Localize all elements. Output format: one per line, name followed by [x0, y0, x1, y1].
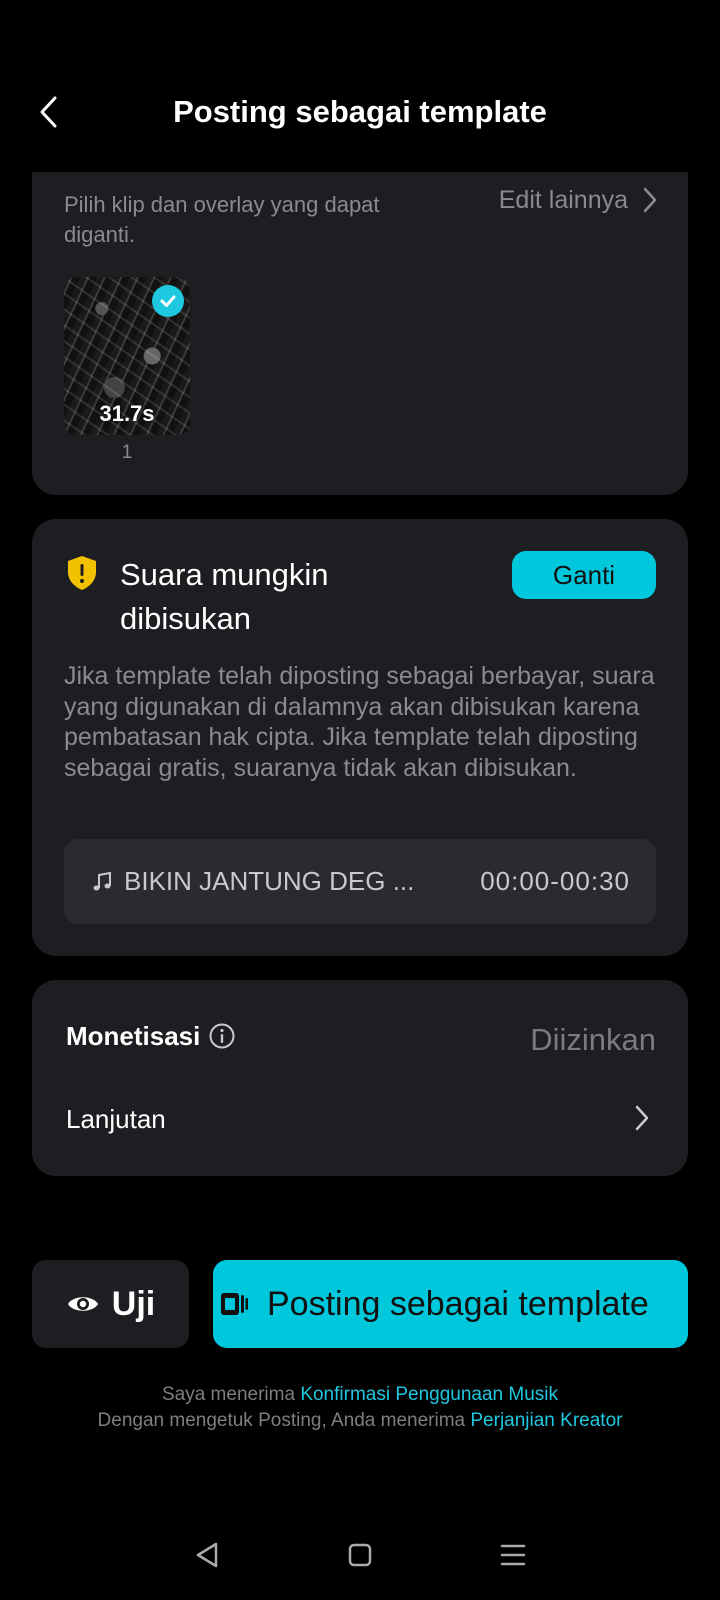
- menu-lines-icon: [501, 1544, 526, 1566]
- music-note-icon: [93, 871, 111, 890]
- music-track-row[interactable]: BIKIN JANTUNG DEG ... 00:00-00:30: [64, 839, 656, 924]
- change-sound-button[interactable]: Ganti: [512, 551, 656, 599]
- post-button-label: Posting sebagai template: [267, 1284, 649, 1323]
- checkmark-icon[interactable]: [152, 285, 184, 317]
- chevron-right-icon: [643, 187, 657, 213]
- clips-description: Pilih klip dan overlay yang dapat digant…: [64, 192, 380, 247]
- edit-more-link[interactable]: Edit lainnya: [499, 182, 658, 218]
- replaceable-clips-card: Pilih klip dan overlay yang dapat digant…: [32, 120, 688, 495]
- info-icon[interactable]: [208, 1022, 236, 1050]
- music-track-name: BIKIN JANTUNG DEG ...: [124, 866, 415, 896]
- nav-home-button[interactable]: [340, 1535, 380, 1575]
- square-home-icon: [348, 1543, 372, 1567]
- nav-back-button[interactable]: [187, 1535, 227, 1575]
- monetization-label-text: Monetisasi: [66, 1020, 201, 1051]
- music-track-time: 00:00-00:30: [480, 866, 630, 896]
- edit-more-label: Edit lainnya: [498, 185, 628, 214]
- clip-index: 1: [121, 442, 133, 463]
- clip-thumbnail[interactable]: 31.7s: [64, 277, 190, 435]
- monetization-card: Monetisasi Diizinkan Lanjutan: [32, 980, 688, 1176]
- template-video-icon: [221, 1293, 248, 1315]
- monetization-label: Monetisasi: [66, 1018, 236, 1054]
- creator-agreement-link[interactable]: Perjanjian Kreator: [470, 1410, 622, 1431]
- shield-warning-icon: [68, 556, 96, 590]
- top-header: Posting sebagai template: [0, 0, 720, 172]
- music-usage-confirmation-link[interactable]: Konfirmasi Penggunaan Musik: [300, 1384, 558, 1405]
- sound-warning-card: Suara mungkin dibisukan Ganti Jika templ…: [32, 519, 688, 956]
- sound-warning-title: Suara mungkin dibisukan: [120, 557, 329, 636]
- clip-duration: 31.7s: [99, 401, 155, 426]
- advanced-settings-label[interactable]: Lanjutan: [66, 1104, 166, 1135]
- music-confirmation-line: Saya menerima Konfirmasi Penggunaan Musi…: [60, 1382, 660, 1408]
- chevron-right-icon[interactable]: [634, 1104, 650, 1132]
- test-button[interactable]: Uji: [32, 1260, 189, 1348]
- sound-warning-description: Jika template telah diposting sebagai be…: [64, 662, 655, 782]
- creator-agreement-line: Dengan mengetuk Posting, Anda menerima P…: [60, 1408, 660, 1434]
- footer-line2-prefix: Dengan mengetuk Posting, Anda menerima: [97, 1410, 466, 1431]
- system-nav-bar: [0, 1520, 720, 1590]
- page-title: Posting sebagai template: [173, 94, 547, 129]
- post-as-template-button[interactable]: Posting sebagai template: [213, 1260, 688, 1348]
- test-button-label: Uji: [111, 1284, 156, 1323]
- nav-menu-button[interactable]: [493, 1535, 533, 1575]
- monetization-value: Diizinkan: [530, 1022, 656, 1057]
- triangle-back-icon: [196, 1542, 217, 1568]
- footer-line1-prefix: Saya menerima: [161, 1384, 296, 1405]
- legal-footer: Saya menerima Konfirmasi Penggunaan Musi…: [60, 1382, 660, 1434]
- eye-icon: [67, 1297, 98, 1311]
